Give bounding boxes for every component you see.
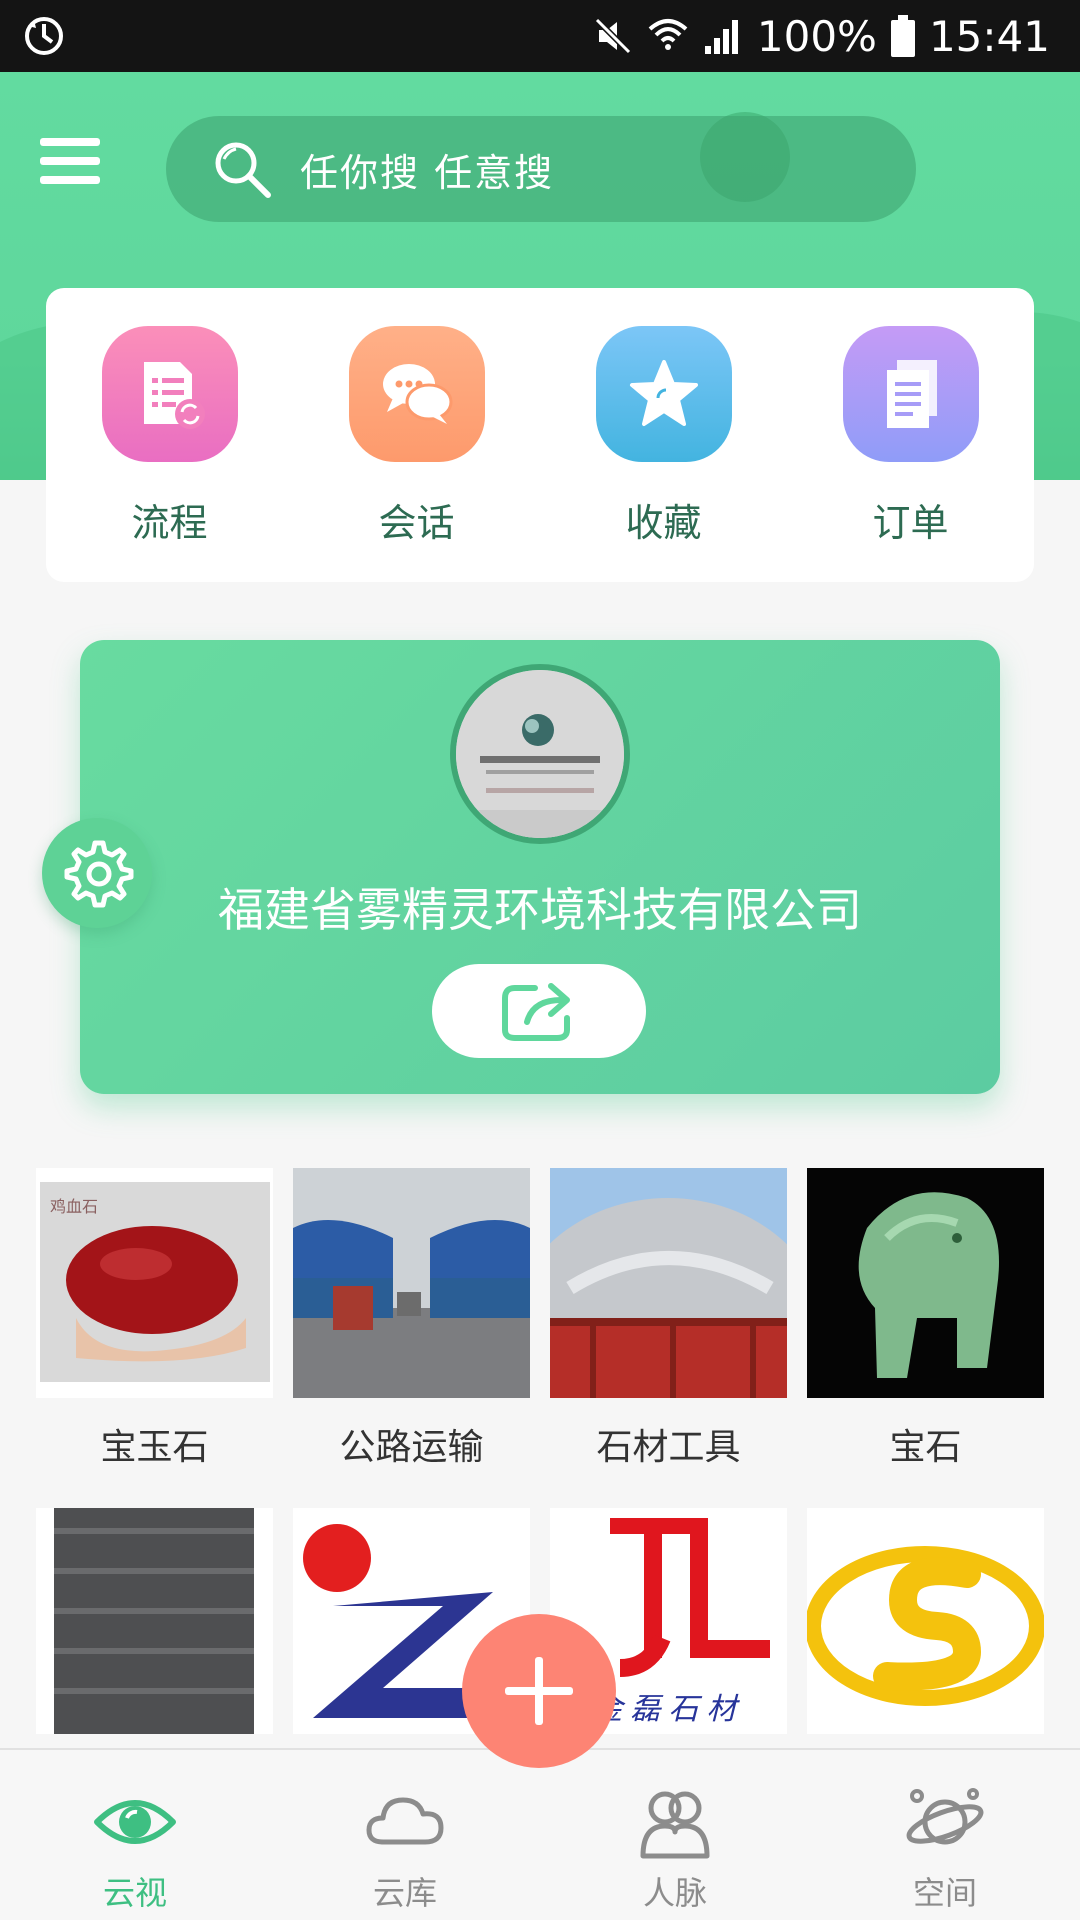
clock: 15:41	[928, 11, 1050, 61]
plus-icon	[505, 1657, 573, 1725]
nav-item-kongjian[interactable]: 空间	[810, 1750, 1080, 1920]
category-thumbnail	[807, 1168, 1044, 1398]
shortcut-process[interactable]: 流程	[46, 288, 293, 582]
category-thumbnail	[550, 1168, 787, 1398]
brand-thumbnail	[807, 1508, 1044, 1734]
company-name: 福建省雾精灵环境科技有限公司	[218, 883, 862, 937]
add-button[interactable]	[462, 1614, 616, 1768]
settings-button[interactable]	[42, 818, 152, 928]
category-gemstone[interactable]: 宝石	[807, 1168, 1044, 1468]
process-doc-icon	[143, 362, 205, 429]
nav-item-yunku[interactable]: 云库	[270, 1750, 540, 1920]
shortcut-label: 会话	[378, 501, 455, 545]
category-thumbnail	[293, 1168, 530, 1398]
shortcut-label: 流程	[131, 501, 208, 545]
bottom-navigation: 云视 云库 人脉 空间	[0, 1748, 1080, 1920]
search-input[interactable]: 任你搜 任意搜	[166, 116, 916, 222]
company-logo-image	[456, 670, 624, 838]
company-profile-card: 福建省雾精灵环境科技有限公司	[80, 640, 1000, 1094]
shortcut-label: 收藏	[625, 501, 702, 545]
order-doc-icon	[886, 360, 937, 428]
share-button[interactable]	[432, 964, 646, 1058]
share-icon	[502, 983, 570, 1041]
battery-icon	[890, 15, 915, 57]
shortcut-label: 订单	[872, 501, 949, 545]
cloud-icon	[366, 1797, 444, 1845]
nav-label: 云库	[372, 1874, 437, 1912]
category-road-transport[interactable]: 公路运输	[293, 1168, 530, 1468]
gear-icon	[64, 840, 134, 908]
brand-thumbnail	[36, 1508, 273, 1734]
planet-icon	[906, 1788, 984, 1845]
category-label: 石材工具	[596, 1427, 741, 1468]
mute-icon	[594, 17, 631, 55]
category-gemstone-jade[interactable]: 鸡血石 宝玉石	[36, 1168, 273, 1468]
nav-item-yunshi[interactable]: 云视	[0, 1750, 270, 1920]
brand-tile[interactable]	[807, 1508, 1044, 1734]
svg-text:鸡血石: 鸡血石	[50, 1197, 98, 1216]
shortcut-panel: 流程 会话 收藏 订单	[46, 288, 1034, 582]
signal-icon	[704, 20, 738, 54]
people-icon	[640, 1791, 710, 1859]
chat-bubbles-icon	[382, 364, 452, 424]
search-icon	[215, 142, 271, 198]
battery-percent: 100%	[756, 11, 877, 61]
shortcut-favorites[interactable]: 收藏	[540, 288, 787, 582]
category-stone-tools[interactable]: 石材工具	[550, 1168, 787, 1468]
eye-icon	[94, 1800, 176, 1844]
wifi-icon	[648, 19, 688, 50]
category-label: 宝玉石	[100, 1427, 209, 1468]
search-placeholder: 任你搜 任意搜	[300, 150, 555, 195]
status-bar: 100% 15:41	[0, 0, 1080, 72]
category-label: 公路运输	[339, 1427, 484, 1468]
sync-icon	[25, 17, 63, 55]
category-label: 宝石	[889, 1427, 962, 1468]
nav-label: 云视	[102, 1874, 167, 1912]
star-icon	[629, 360, 698, 426]
nav-label: 空间	[912, 1874, 977, 1912]
nav-item-renmai[interactable]: 人脉	[540, 1750, 810, 1920]
shortcut-orders[interactable]: 订单	[787, 288, 1034, 582]
company-avatar[interactable]	[450, 664, 630, 844]
nav-label: 人脉	[642, 1874, 707, 1912]
shortcut-chat[interactable]: 会话	[293, 288, 540, 582]
menu-button[interactable]	[40, 138, 100, 184]
category-thumbnail: 鸡血石	[36, 1168, 273, 1398]
brand-tile[interactable]	[36, 1508, 273, 1734]
